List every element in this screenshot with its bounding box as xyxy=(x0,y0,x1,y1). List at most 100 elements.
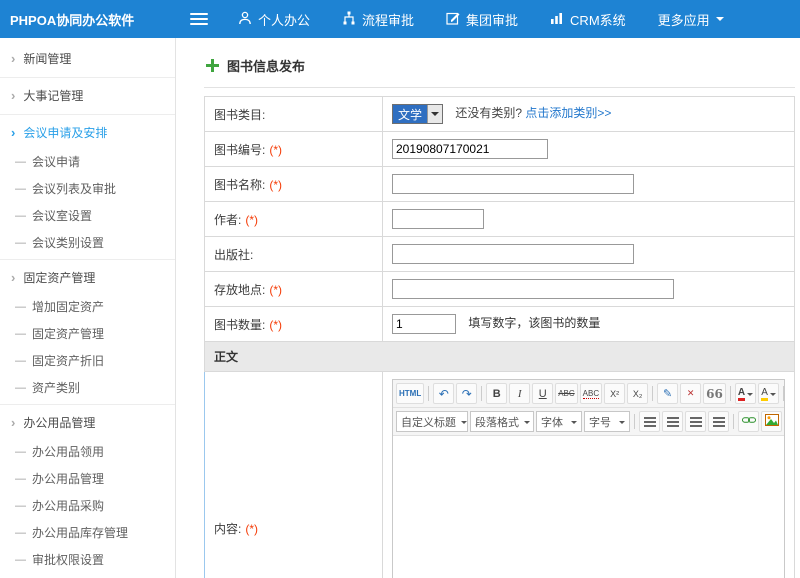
blockquote-button[interactable]: 66 xyxy=(703,383,726,404)
sidebar-item-approval-permission[interactable]: — 审批权限设置 xyxy=(0,546,175,573)
nav-item-group-approval[interactable]: 集团审批 xyxy=(446,10,518,29)
sidebar-item-label: 大事记管理 xyxy=(23,87,83,104)
book-no-label: 图书编号: xyxy=(214,143,265,157)
sidebar-subitem-label: 固定资产管理 xyxy=(32,325,104,342)
row-publisher: 出版社: xyxy=(205,237,795,272)
nav-item-crm[interactable]: CRM系统 xyxy=(550,10,626,29)
sidebar-item-asset-category[interactable]: — 资产类别 xyxy=(0,374,175,401)
bold-button[interactable]: B xyxy=(486,383,507,404)
publisher-input[interactable] xyxy=(392,244,634,264)
nav-item-process-approval[interactable]: 流程审批 xyxy=(342,10,414,29)
sidebar-subitem-label: 会议室设置 xyxy=(32,207,92,224)
remove-format-button[interactable]: ✕ xyxy=(680,383,701,404)
undo-button[interactable]: ↶ xyxy=(433,383,454,404)
sidebar-item-add-asset[interactable]: — 增加固定资产 xyxy=(0,293,175,320)
align-justify-icon xyxy=(713,417,725,427)
chevron-down-icon xyxy=(524,421,530,427)
sidebar-item-milestone-management[interactable]: › 大事记管理 xyxy=(0,78,175,111)
add-category-link[interactable]: 点击添加类别>> xyxy=(525,106,611,120)
sidebar-item-meeting-category[interactable]: — 会议类别设置 xyxy=(0,229,175,256)
required-mark: (*) xyxy=(269,283,282,297)
publisher-label: 出版社: xyxy=(214,248,253,262)
underline-button[interactable]: U xyxy=(532,383,553,404)
italic-button[interactable]: I xyxy=(509,383,530,404)
custom-title-select[interactable]: 自定义标题 xyxy=(396,411,468,432)
toolbar-separator xyxy=(783,386,784,401)
sidebar-item-supplies-purchase[interactable]: — 办公用品采购 xyxy=(0,492,175,519)
select-arrow-icon xyxy=(427,105,442,123)
redo-button[interactable]: ↷ xyxy=(456,383,477,404)
sidebar-item-asset-depreciation[interactable]: — 固定资产折旧 xyxy=(0,347,175,374)
sidebar-subitem-label: 固定资产折旧 xyxy=(32,352,104,369)
html-source-button[interactable]: HTML xyxy=(396,383,424,404)
nav-item-more-apps[interactable]: 更多应用 xyxy=(658,10,724,29)
author-label: 作者: xyxy=(214,213,241,227)
sidebar-item-asset-manage[interactable]: — 固定资产管理 xyxy=(0,320,175,347)
sidebar-item-meeting-apply[interactable]: — 会议申请 xyxy=(0,148,175,175)
align-center-button[interactable] xyxy=(662,411,683,432)
chevron-right-icon: › xyxy=(11,416,15,429)
sidebar-item-supplies-manage[interactable]: — 办公用品管理 xyxy=(0,465,175,492)
font-color-button[interactable]: A xyxy=(735,383,756,404)
sidebar-item-meeting-management[interactable]: › 会议申请及安排 xyxy=(0,115,175,148)
image-icon xyxy=(765,414,779,429)
superscript-button[interactable]: X² xyxy=(604,383,625,404)
book-no-input[interactable] xyxy=(392,139,548,159)
align-justify-button[interactable] xyxy=(708,411,729,432)
author-input[interactable] xyxy=(392,209,484,229)
sidebar-group-milestones: › 大事记管理 xyxy=(0,78,175,115)
dash-icon: — xyxy=(15,237,26,249)
book-name-input[interactable] xyxy=(392,174,634,194)
required-mark: (*) xyxy=(269,318,282,332)
quantity-label: 图书数量: xyxy=(214,318,265,332)
top-navigation: 个人办公 流程审批 集团审批 CRM系统 更多应用 xyxy=(238,10,724,29)
nav-item-personal-office[interactable]: 个人办公 xyxy=(238,10,310,29)
sidebar-item-supplies-stock[interactable]: — 办公用品库存管理 xyxy=(0,519,175,546)
dash-icon: — xyxy=(15,554,26,566)
sidebar-item-label: 会议申请及安排 xyxy=(23,124,107,141)
sidebar-subitem-label: 会议类别设置 xyxy=(32,234,104,251)
sidebar-item-supplies-management[interactable]: › 办公用品管理 xyxy=(0,405,175,438)
sidebar-item-supplies-category[interactable]: — 办公用品分类设置 xyxy=(0,573,175,578)
toolbar-separator xyxy=(428,386,429,401)
align-right-button[interactable] xyxy=(685,411,706,432)
quantity-input[interactable] xyxy=(392,314,456,334)
sidebar-item-meeting-room[interactable]: — 会议室设置 xyxy=(0,202,175,229)
format-painter-button[interactable]: ✎ xyxy=(657,383,678,404)
sidebar-item-supplies-request[interactable]: — 办公用品领用 xyxy=(0,438,175,465)
sidebar-subitem-label: 办公用品管理 xyxy=(32,470,104,487)
category-hint: 还没有类别? xyxy=(455,106,522,120)
subscript-button[interactable]: X₂ xyxy=(627,383,648,404)
required-mark: (*) xyxy=(269,143,282,157)
toolbar-separator xyxy=(634,414,635,429)
highlight-color-button[interactable]: A xyxy=(758,383,779,404)
editor-content-area[interactable] xyxy=(393,436,784,578)
sidebar-item-news-management[interactable]: › 新闻管理 xyxy=(0,41,175,74)
paragraph-format-select[interactable]: 段落格式 xyxy=(470,411,534,432)
dash-icon: — xyxy=(15,446,26,458)
link-button[interactable] xyxy=(738,411,759,432)
dash-icon: — xyxy=(15,328,26,340)
chevron-right-icon: › xyxy=(11,271,15,284)
sidebar-group-news: › 新闻管理 xyxy=(0,41,175,78)
row-category: 图书类目: 文学 还没有类别? 点击添加类别>> xyxy=(205,97,795,132)
sidebar-subitem-label: 办公用品库存管理 xyxy=(32,524,128,541)
edit-square-icon xyxy=(446,11,460,28)
location-input[interactable] xyxy=(392,279,674,299)
strikethrough-button[interactable]: ABC xyxy=(555,383,577,404)
sidebar-item-asset-management[interactable]: › 固定资产管理 xyxy=(0,260,175,293)
dash-icon: — xyxy=(15,382,26,394)
quantity-hint: 填写数字，该图书的数量 xyxy=(468,316,600,330)
chevron-down-icon xyxy=(716,17,724,25)
font-size-select[interactable]: 字号 xyxy=(584,411,630,432)
align-left-button[interactable] xyxy=(639,411,660,432)
align-right-icon xyxy=(690,417,702,427)
category-select[interactable]: 文学 xyxy=(392,104,443,124)
spellcheck-button[interactable]: ABC xyxy=(580,383,602,404)
image-button[interactable] xyxy=(761,411,782,432)
hamburger-menu-icon[interactable] xyxy=(190,13,208,25)
sidebar-subitem-label: 审批权限设置 xyxy=(32,551,104,568)
chevron-right-icon: › xyxy=(11,52,15,65)
font-family-select[interactable]: 字体 xyxy=(536,411,582,432)
sidebar-item-meeting-list[interactable]: — 会议列表及审批 xyxy=(0,175,175,202)
